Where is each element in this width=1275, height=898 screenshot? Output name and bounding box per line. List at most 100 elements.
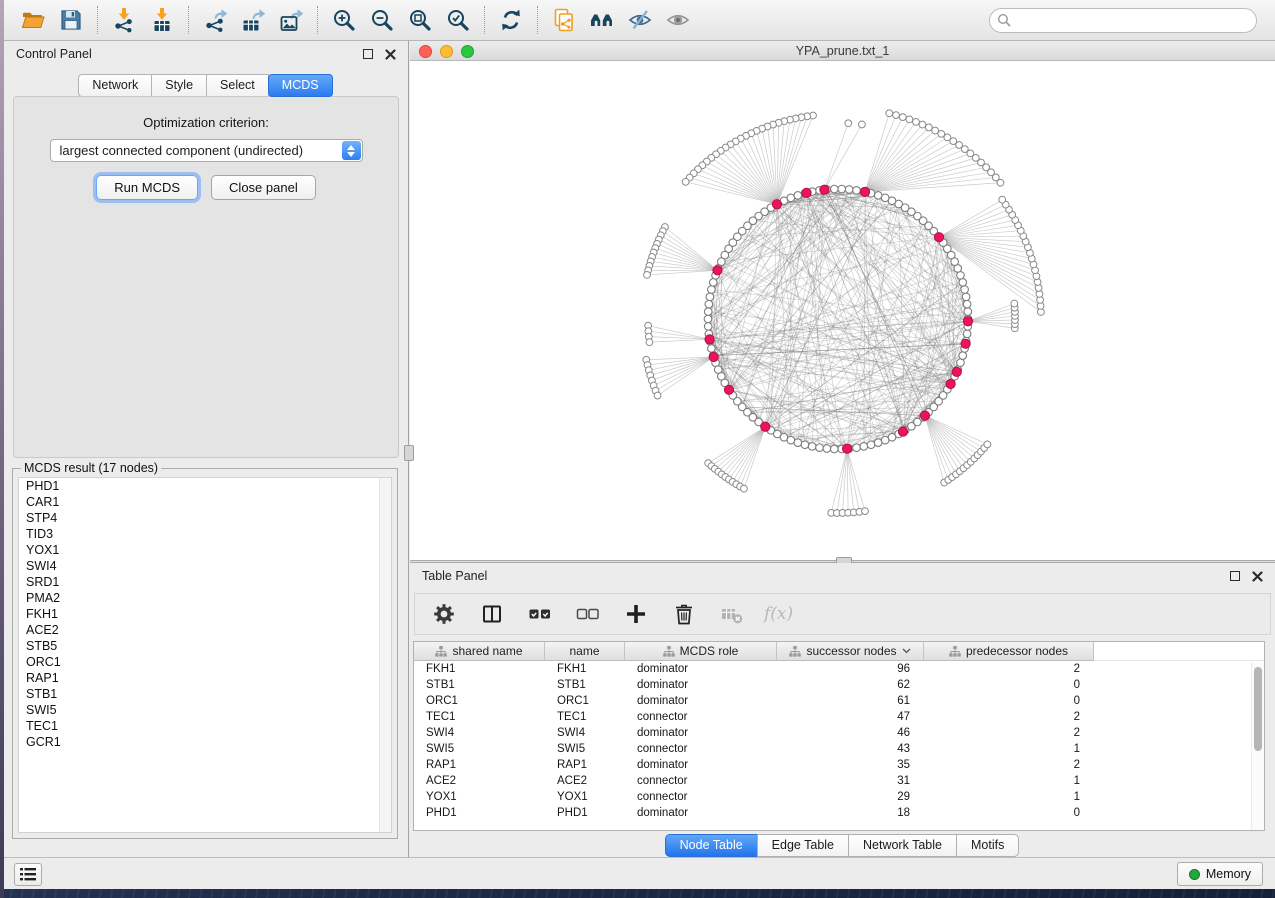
open-session-icon[interactable] (17, 4, 49, 36)
toolbar-separator (537, 6, 538, 34)
table-cell: connector (625, 775, 777, 787)
delete-column-icon[interactable] (668, 598, 700, 630)
create-column-icon[interactable] (620, 598, 652, 630)
mcds-node-item[interactable]: PMA2 (19, 590, 391, 606)
mcds-node-item[interactable]: FKH1 (19, 606, 391, 622)
table-row[interactable]: RAP1RAP1dominator352 (414, 757, 1264, 773)
table-cell: YOX1 (545, 791, 625, 803)
table-row[interactable]: FKH1FKH1dominator962 (414, 661, 1264, 677)
vertical-splitter-handle[interactable] (404, 445, 414, 461)
table-cell: 1 (924, 775, 1094, 787)
memory-button[interactable]: Memory (1177, 862, 1263, 886)
column-header-predecessor-nodes[interactable]: predecessor nodes (924, 642, 1094, 661)
close-panel-button[interactable]: Close panel (211, 175, 316, 200)
node-table[interactable]: shared namenameMCDS rolesuccessor nodesp… (413, 641, 1265, 831)
mcds-node-item[interactable]: SRD1 (19, 574, 391, 590)
table-row[interactable]: YOX1YOX1connector291 (414, 789, 1264, 805)
float-panel-icon[interactable] (363, 49, 373, 59)
unselect-all-columns-icon[interactable] (572, 598, 604, 630)
table-cell: TEC1 (545, 711, 625, 723)
table-cell: dominator (625, 663, 777, 675)
export-table-icon[interactable] (237, 4, 269, 36)
table-settings-icon[interactable] (428, 598, 460, 630)
first-neighbors-icon[interactable] (586, 4, 618, 36)
tab-style[interactable]: Style (151, 74, 207, 97)
import-table-icon[interactable] (146, 4, 178, 36)
hide-selected-icon[interactable] (624, 4, 656, 36)
mcds-node-item[interactable]: TEC1 (19, 718, 391, 734)
search-input[interactable] (989, 8, 1257, 33)
column-header-shared-name[interactable]: shared name (414, 642, 545, 661)
network-graph[interactable] (410, 61, 1275, 560)
export-network-icon[interactable] (199, 4, 231, 36)
table-cell: TEC1 (414, 711, 545, 723)
table-cell: RAP1 (545, 759, 625, 771)
mcds-node-item[interactable]: RAP1 (19, 670, 391, 686)
zoom-selected-icon[interactable] (442, 4, 474, 36)
import-network-icon[interactable] (108, 4, 140, 36)
network-canvas[interactable] (410, 61, 1275, 560)
tab-edge-table[interactable]: Edge Table (757, 834, 849, 857)
column-header-mcds-role[interactable]: MCDS role (625, 642, 777, 661)
zoom-fit-icon[interactable] (404, 4, 436, 36)
mcds-node-item[interactable]: STB1 (19, 686, 391, 702)
mcds-list-scrollbar[interactable] (379, 478, 391, 832)
search-field-wrap (989, 8, 1257, 33)
node-table-header: shared namenameMCDS rolesuccessor nodesp… (414, 642, 1264, 661)
run-mcds-button[interactable]: Run MCDS (96, 175, 198, 200)
table-cell: 47 (777, 711, 924, 723)
table-row[interactable]: STB1STB1dominator620 (414, 677, 1264, 693)
tab-mcds[interactable]: MCDS (268, 74, 333, 97)
mcds-result-list[interactable]: PHD1CAR1STP4TID3YOX1SWI4SRD1PMA2FKH1ACE2… (18, 477, 392, 833)
table-row[interactable]: SWI4SWI4dominator462 (414, 725, 1264, 741)
optimization-criterion-select[interactable]: largest connected component (undirected) (50, 139, 363, 162)
table-row[interactable]: PHD1PHD1dominator180 (414, 805, 1264, 821)
tab-network-table[interactable]: Network Table (848, 834, 957, 857)
table-row[interactable]: ORC1ORC1dominator610 (414, 693, 1264, 709)
tab-select[interactable]: Select (206, 74, 269, 97)
table-row[interactable]: TEC1TEC1connector472 (414, 709, 1264, 725)
mcds-node-item[interactable]: GCR1 (19, 734, 391, 750)
save-session-icon[interactable] (55, 4, 87, 36)
table-cell: 0 (924, 695, 1094, 707)
mcds-node-item[interactable]: YOX1 (19, 542, 391, 558)
close-panel-icon[interactable] (1252, 571, 1263, 582)
mcds-node-item[interactable]: PHD1 (19, 478, 391, 494)
mcds-node-item[interactable]: SWI5 (19, 702, 391, 718)
tab-motifs[interactable]: Motifs (956, 834, 1019, 857)
close-panel-icon[interactable] (385, 49, 396, 60)
tab-node-table[interactable]: Node Table (665, 834, 758, 857)
mcds-node-item[interactable]: SWI4 (19, 558, 391, 574)
column-header-successor-nodes[interactable]: successor nodes (777, 642, 924, 661)
table-cell: connector (625, 743, 777, 755)
show-all-icon[interactable] (662, 4, 694, 36)
mcds-node-item[interactable]: ORC1 (19, 654, 391, 670)
select-all-columns-icon[interactable] (524, 598, 556, 630)
float-panel-icon[interactable] (1230, 571, 1240, 581)
table-cell: 2 (924, 727, 1094, 739)
table-cell: 29 (777, 791, 924, 803)
table-row[interactable]: ACE2ACE2connector311 (414, 773, 1264, 789)
table-cell: 61 (777, 695, 924, 707)
table-cell: 2 (924, 759, 1094, 771)
zoom-out-icon[interactable] (366, 4, 398, 36)
show-column-panel-icon[interactable] (476, 598, 508, 630)
show-panels-button[interactable] (14, 863, 42, 886)
mcds-node-item[interactable]: TID3 (19, 526, 391, 542)
column-header-name[interactable]: name (545, 642, 625, 661)
tab-network[interactable]: Network (78, 74, 152, 97)
table-scrollbar[interactable] (1251, 662, 1264, 830)
mcds-node-item[interactable]: CAR1 (19, 494, 391, 510)
table-scrollbar-thumb[interactable] (1254, 667, 1262, 751)
apply-layout-icon[interactable] (495, 4, 527, 36)
mcds-node-item[interactable]: STB5 (19, 638, 391, 654)
network-titlebar[interactable]: YPA_prune.txt_1 (410, 41, 1275, 61)
export-image-icon[interactable] (275, 4, 307, 36)
mcds-node-item[interactable]: STP4 (19, 510, 391, 526)
duplicate-network-icon[interactable] (548, 4, 580, 36)
control-panel-titlebar: Control Panel (4, 41, 408, 67)
table-row[interactable]: SWI5SWI5connector431 (414, 741, 1264, 757)
table-cell: dominator (625, 727, 777, 739)
mcds-node-item[interactable]: ACE2 (19, 622, 391, 638)
zoom-in-icon[interactable] (328, 4, 360, 36)
